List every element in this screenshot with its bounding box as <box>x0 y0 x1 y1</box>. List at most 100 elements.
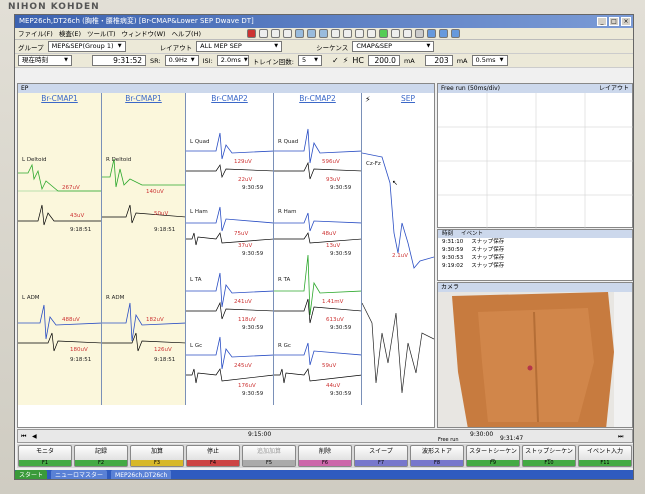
taskbar-item[interactable]: ニューロマスター <box>51 470 108 479</box>
print-icon[interactable] <box>283 29 293 38</box>
channel-label: Cz-Fz <box>366 161 381 167</box>
record-icon[interactable] <box>247 29 257 38</box>
event-row[interactable]: 9:31:10 スナップ保存 <box>438 238 632 246</box>
amplitude-label: 48uV <box>322 231 337 237</box>
globe-icon[interactable] <box>439 29 449 38</box>
info-icon[interactable] <box>415 29 425 38</box>
menu-tools[interactable]: ツール(T) <box>87 28 116 39</box>
fkey-number: F3 <box>131 460 183 466</box>
chevron-down-icon: ▼ <box>314 57 318 63</box>
menu-exam[interactable]: 検査(E) <box>59 28 81 39</box>
menu-file[interactable]: ファイル(F) <box>18 28 53 39</box>
trace-column-sep[interactable]: ⚡ SEP Cz-Fz 2.1uV ↖ <box>362 93 434 405</box>
amplitude-label: 2.1uV <box>392 253 408 259</box>
fkey-sweep[interactable]: スイープ F7 <box>354 445 408 467</box>
fkey-label: 記録 <box>94 448 107 455</box>
timeline-mark-2: 9:30:00 <box>470 431 494 438</box>
event-row[interactable]: 9:19:02 スナップ保存 <box>438 262 632 270</box>
play-icon[interactable]: ◀ <box>32 433 37 440</box>
grid-icon[interactable] <box>367 29 377 38</box>
amplitude-label: 1.41mV <box>322 299 344 305</box>
sequence-value: CMAP&SEP <box>356 42 393 50</box>
toolbar-group: グループ MEP&SEP(Group 1) ▼ レイアウト ALL MEP SEP… <box>15 40 633 54</box>
camera-icon[interactable] <box>379 29 389 38</box>
start-button[interactable]: スタート <box>15 470 48 479</box>
document-icon[interactable] <box>259 29 269 38</box>
brand-logo: NIHON KOHDEN <box>8 2 100 12</box>
settings-icon[interactable] <box>343 29 353 38</box>
amplitude-label: 50uV <box>154 211 169 217</box>
amplitude-label: 59uV <box>322 363 337 369</box>
timeline[interactable]: ⏮ ◀ 9:15:00 9:30:00 Free run 9:31:47 ⏭ <box>17 429 633 443</box>
grid-icon[interactable] <box>355 29 365 38</box>
amplitude-label: 13uV <box>326 243 341 249</box>
fkey-number: F4 <box>187 460 239 466</box>
fkey-label: 削除 <box>318 448 331 455</box>
menu-window[interactable]: ウィンドウ(W) <box>122 28 166 39</box>
isi-label: ISI: <box>202 56 213 65</box>
free-run-panel: Free run (50ms/div) レイアウト <box>437 83 633 229</box>
channel-label: L TA <box>190 277 202 283</box>
event-time-header: 時刻 <box>442 231 454 237</box>
trace-column-3[interactable]: Br-CMAP2 L Quad 129uV 22uV 9:30:59 L Ham… <box>186 93 274 405</box>
fkey-event-input[interactable]: イベント入力 F11 <box>578 445 632 467</box>
hc-value[interactable]: 200.0 <box>367 55 400 66</box>
time-mode-select[interactable]: 現在時刻 ▼ <box>18 55 72 66</box>
layout-select[interactable]: ALL MEP SEP ▼ <box>196 41 283 52</box>
sequence-select[interactable]: CMAP&SEP ▼ <box>352 41 435 52</box>
duration-select[interactable]: 0.5ms ▼ <box>471 55 508 66</box>
trace-column-4[interactable]: Br-CMAP2 R Quad 596uV 93uV 9:30:59 R Ham… <box>274 93 362 405</box>
trace-column-1[interactable]: Br-CMAP1 L Deltoid 267uV 43uV 9:18:51 L … <box>18 93 102 405</box>
minimize-button[interactable]: _ <box>597 17 607 26</box>
timestamp-label: 9:30:59 <box>330 185 352 191</box>
fkey-record[interactable]: 記録 F2 <box>74 445 128 467</box>
lightning-icon[interactable]: ⚡ <box>343 56 349 65</box>
taskbar-item[interactable]: MEP26ch,DT26ch <box>111 470 172 479</box>
fkey-average[interactable]: 加算 F3 <box>130 445 184 467</box>
trace-column-2[interactable]: Br-CMAP1 R Deltoid 140uV 50uV 9:18:51 R … <box>102 93 186 405</box>
close-button[interactable]: × <box>621 17 631 26</box>
layout-icon[interactable] <box>295 29 305 38</box>
amplitude-label: 118uV <box>238 317 256 323</box>
timestamp-label: 9:30:59 <box>330 251 352 257</box>
tool-icon[interactable] <box>403 29 413 38</box>
globe-icon[interactable] <box>451 29 461 38</box>
isi-select[interactable]: 2.0ms ▼ <box>216 55 249 66</box>
channel-label: R Quad <box>278 139 299 145</box>
event-row[interactable]: 9:30:53 スナップ保存 <box>438 254 632 262</box>
menu-help[interactable]: ヘルプ(H) <box>172 28 201 39</box>
rewind-icon[interactable]: ⏮ <box>21 433 26 441</box>
amplitude-label: 37uV <box>238 243 253 249</box>
layout-icon[interactable] <box>319 29 329 38</box>
forward-icon[interactable]: ⏭ <box>618 433 623 441</box>
fkey-wave-store[interactable]: 波形ストア F8 <box>410 445 464 467</box>
amplitude-label: 596uV <box>322 159 340 165</box>
chevron-down-icon: ▼ <box>499 57 504 63</box>
stimulator-icon[interactable]: ✓ <box>332 56 339 65</box>
fkey-add-average[interactable]: 追加加算 F5 <box>242 445 296 467</box>
fkey-delete[interactable]: 削除 F6 <box>298 445 352 467</box>
event-row[interactable]: 9:30:59 スナップ保存 <box>438 246 632 254</box>
fkey-monitor[interactable]: モニタ F1 <box>18 445 72 467</box>
fkey-label: 加算 <box>150 448 163 455</box>
group-select[interactable]: MEP&SEP(Group 1) ▼ <box>47 41 126 52</box>
current-unit: mA <box>456 56 468 65</box>
event-list-header: 時刻 イベント <box>438 230 632 238</box>
amplitude-label: 245uV <box>234 363 252 369</box>
maximize-button[interactable]: □ <box>609 17 619 26</box>
fkey-start-sequence[interactable]: スタートシーケンスF9 <box>466 445 520 467</box>
train-select[interactable]: 5 ▼ <box>298 55 322 66</box>
settings-icon[interactable] <box>331 29 341 38</box>
fkey-stop-sequence[interactable]: ストップシーケンスF10 <box>522 445 576 467</box>
fkey-stop[interactable]: 停止 F4 <box>186 445 240 467</box>
layout-icon[interactable] <box>307 29 317 38</box>
sr-value: 0.9Hz <box>168 56 188 64</box>
timestamp-label: 9:18:51 <box>154 227 176 233</box>
channel-label: L Gc <box>190 343 203 349</box>
channel-label: R Deltoid <box>106 157 132 163</box>
globe-icon[interactable] <box>427 29 437 38</box>
sr-select[interactable]: 0.9Hz ▼ <box>164 55 199 66</box>
tool-icon[interactable] <box>391 29 401 38</box>
amplitude-label: 44uV <box>326 383 341 389</box>
document-icon[interactable] <box>271 29 281 38</box>
